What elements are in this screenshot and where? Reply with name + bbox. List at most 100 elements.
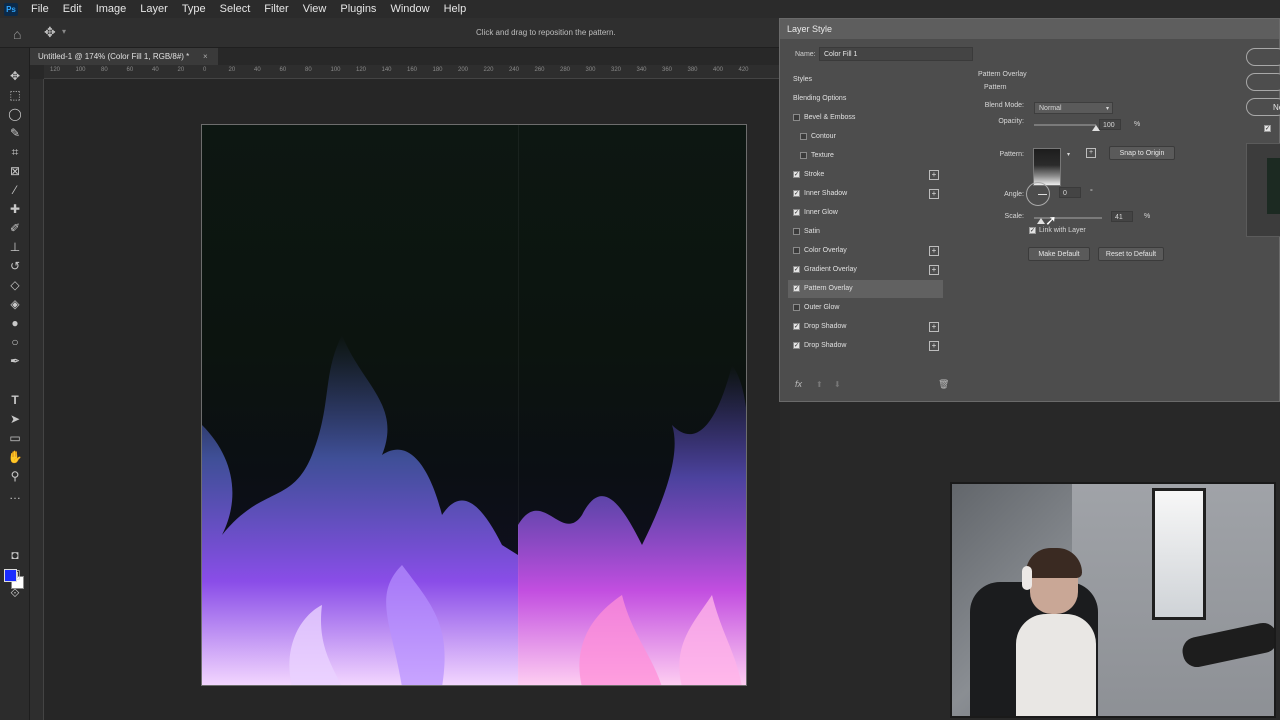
type-tool-icon[interactable]: T (7, 392, 23, 408)
move-up-icon[interactable]: ⬆ (816, 380, 823, 389)
layer-name-input[interactable]: Color Fill 1 (819, 47, 973, 61)
make-default-button[interactable]: Make Default (1028, 247, 1090, 261)
style-row-texture[interactable]: Texture (788, 147, 943, 165)
foreground-color-swatch[interactable] (4, 569, 17, 582)
style-checkbox[interactable] (793, 228, 800, 235)
style-checkbox[interactable] (800, 152, 807, 159)
style-checkbox[interactable]: ✓ (793, 190, 800, 197)
crop-tool-icon[interactable]: ⌗ (7, 144, 23, 160)
zoom-tool-icon[interactable]: ⚲ (7, 468, 23, 484)
menu-window[interactable]: Window (383, 3, 436, 15)
generative-icon[interactable]: ⟐ (7, 585, 23, 601)
move-tool-icon[interactable]: ✥ (44, 24, 56, 41)
style-checkbox[interactable]: ✓ (793, 266, 800, 273)
style-checkbox[interactable] (793, 114, 800, 121)
add-effect-icon[interactable]: + (929, 322, 939, 332)
style-row-inner-glow[interactable]: ✓ Inner Glow (788, 204, 943, 222)
chevron-down-icon[interactable]: ▾ (62, 27, 66, 36)
style-row-pattern-overlay[interactable]: ✓ Pattern Overlay (788, 280, 943, 298)
reset-to-default-button[interactable]: Reset to Default (1098, 247, 1164, 261)
trash-icon[interactable]: 🗑 (938, 379, 949, 390)
home-icon[interactable]: ⌂ (13, 26, 21, 42)
pattern-picker-chevron-icon[interactable]: ▾ (1067, 151, 1070, 158)
opacity-slider[interactable] (1034, 124, 1096, 126)
style-row-drop-shadow[interactable]: ✓ Drop Shadow + (788, 337, 943, 355)
cancel-button[interactable] (1246, 73, 1280, 91)
add-effect-icon[interactable]: + (929, 265, 939, 275)
add-effect-icon[interactable]: + (929, 189, 939, 199)
menu-type[interactable]: Type (175, 3, 213, 15)
paint-bucket-tool-icon[interactable]: ◈ (7, 296, 23, 312)
style-checkbox[interactable]: ✓ (793, 209, 800, 216)
path-selection-tool-icon[interactable]: ➤ (7, 411, 23, 427)
marquee-tool-icon[interactable]: ⬚ (7, 87, 23, 103)
style-row-color-overlay[interactable]: Color Overlay + (788, 242, 943, 260)
style-row-contour[interactable]: Contour (788, 128, 943, 146)
frame-tool-icon[interactable]: ⊠ (7, 163, 23, 179)
style-row-satin[interactable]: Satin (788, 223, 943, 241)
lasso-tool-icon[interactable]: ◯ (7, 106, 23, 122)
move-down-icon[interactable]: ⬇ (834, 380, 841, 389)
menu-layer[interactable]: Layer (133, 3, 175, 15)
pattern-preview-thumbnail[interactable] (1033, 148, 1061, 186)
document-tab[interactable]: Untitled-1 @ 174% (Color Fill 1, RGB/8#)… (30, 48, 218, 65)
style-row-blending-options[interactable]: Blending Options (788, 90, 943, 108)
more-tools-icon[interactable]: … (7, 487, 23, 503)
new-preset-icon[interactable]: + (1086, 148, 1096, 158)
eyedropper-tool-icon[interactable]: ⁄ (7, 182, 23, 198)
menu-edit[interactable]: Edit (56, 3, 89, 15)
menu-filter[interactable]: Filter (257, 3, 295, 15)
new-style-button[interactable]: Ne (1246, 98, 1280, 116)
style-row-gradient-overlay[interactable]: ✓ Gradient Overlay + (788, 261, 943, 279)
blur-tool-icon[interactable]: ● (7, 315, 23, 331)
style-checkbox[interactable] (793, 304, 800, 311)
menu-select[interactable]: Select (213, 3, 258, 15)
dodge-tool-icon[interactable]: ○ (7, 334, 23, 350)
snap-to-origin-button[interactable]: Snap to Origin (1109, 146, 1175, 160)
style-row-styles[interactable]: Styles (788, 71, 943, 89)
history-brush-tool-icon[interactable]: ↺ (7, 258, 23, 274)
add-effect-icon[interactable]: + (929, 246, 939, 256)
quick-mask-icon[interactable]: ◘ (7, 547, 23, 563)
preview-checkbox[interactable]: ✓ (1264, 125, 1271, 132)
brush-tool-icon[interactable]: ✐ (7, 220, 23, 236)
style-row-drop-shadow[interactable]: ✓ Drop Shadow + (788, 318, 943, 336)
add-effect-icon[interactable]: + (929, 341, 939, 351)
style-checkbox[interactable]: ✓ (793, 342, 800, 349)
style-row-stroke[interactable]: ✓ Stroke + (788, 166, 943, 184)
eraser-tool-icon[interactable]: ◇ (7, 277, 23, 293)
angle-input[interactable]: 0 (1059, 187, 1081, 198)
menu-image[interactable]: Image (89, 3, 134, 15)
pen-tool-icon[interactable]: ✒ (7, 353, 23, 369)
style-checkbox[interactable]: ✓ (793, 171, 800, 178)
menu-plugins[interactable]: Plugins (333, 3, 383, 15)
quick-select-tool-icon[interactable]: ✎ (7, 125, 23, 141)
style-row-inner-shadow[interactable]: ✓ Inner Shadow + (788, 185, 943, 203)
style-row-outer-glow[interactable]: Outer Glow (788, 299, 943, 317)
menu-help[interactable]: Help (437, 3, 474, 15)
document-canvas[interactable] (201, 124, 747, 686)
hand-tool-icon[interactable]: ✋ (7, 449, 23, 465)
horizontal-ruler[interactable]: 120 100 80 60 40 20 0 20 40 60 80 100 120 140 160 180 20… (44, 65, 780, 79)
style-checkbox[interactable]: ✓ (793, 323, 800, 330)
healing-brush-tool-icon[interactable]: ✚ (7, 201, 23, 217)
opacity-input[interactable]: 100 (1099, 119, 1121, 130)
close-icon[interactable]: × (203, 52, 208, 61)
style-row-bevel-emboss[interactable]: Bevel & Emboss (788, 109, 943, 127)
link-with-layer-checkbox[interactable]: ✓ (1029, 227, 1036, 234)
menu-file[interactable]: File (24, 3, 56, 15)
fx-icon[interactable]: fx (795, 379, 802, 389)
style-checkbox[interactable] (793, 247, 800, 254)
dialog-title[interactable]: Layer Style (780, 19, 1279, 39)
style-checkbox[interactable] (800, 133, 807, 140)
rectangle-tool-icon[interactable]: ▭ (7, 430, 23, 446)
scale-input[interactable]: 41 (1111, 211, 1133, 222)
blend-mode-select[interactable]: Normal ▾ (1034, 102, 1113, 114)
scale-slider-thumb[interactable] (1036, 218, 1045, 224)
angle-dial[interactable] (1026, 182, 1050, 206)
ok-button[interactable] (1246, 48, 1280, 66)
vertical-ruler[interactable] (30, 79, 44, 720)
add-effect-icon[interactable]: + (929, 170, 939, 180)
style-checkbox[interactable]: ✓ (793, 285, 800, 292)
menu-view[interactable]: View (296, 3, 334, 15)
